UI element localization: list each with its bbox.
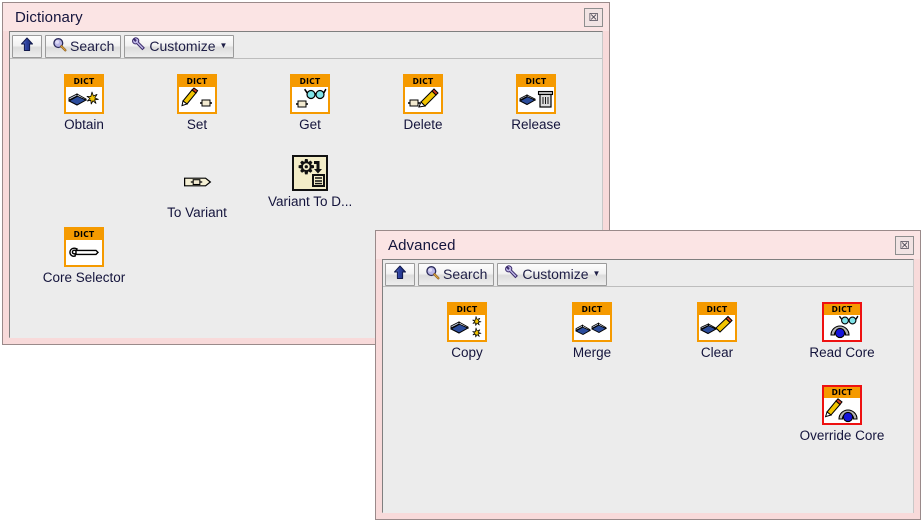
dict-clear-icon: DICT	[697, 302, 737, 342]
palette-item-label: Delete	[381, 118, 465, 132]
wrench-icon	[504, 265, 519, 283]
palette-item-copy[interactable]: DICT Copy	[425, 302, 509, 360]
palette-item-merge[interactable]: DICT Merge	[550, 302, 634, 360]
dict-override-core-icon: DICT	[822, 385, 862, 425]
palette-item-label: Variant To D...	[268, 195, 352, 209]
palette-item-label: Override Core	[787, 429, 897, 443]
icon-art	[405, 87, 441, 112]
palette-item-to-variant[interactable]: To Variant	[155, 162, 239, 220]
dict-read-core-icon: DICT	[822, 302, 862, 342]
chevron-down-icon: ▼	[593, 270, 601, 278]
dict-badge: DICT	[824, 304, 860, 315]
icon-art	[179, 87, 215, 112]
search-button[interactable]: Search	[45, 35, 121, 58]
palette-item-core-selector[interactable]: DICT Core Selector	[42, 227, 126, 285]
chevron-down-icon: ▼	[220, 42, 228, 50]
titlebar-advanced[interactable]: Advanced ☒	[376, 231, 920, 259]
dict-badge: DICT	[66, 76, 102, 87]
palette-item-label: Copy	[425, 346, 509, 360]
palette-window-advanced[interactable]: Advanced ☒	[375, 230, 921, 520]
customize-button-label: Customize	[522, 266, 588, 282]
dict-badge: DICT	[699, 304, 735, 315]
up-arrow-icon	[393, 265, 407, 283]
palette-item-label: Set	[155, 118, 239, 132]
palette-item-override-core[interactable]: DICT Override Core	[787, 385, 897, 443]
palette-item-label: Clear	[675, 346, 759, 360]
icon-art	[824, 315, 860, 340]
palette-item-clear[interactable]: DICT Clear	[675, 302, 759, 360]
up-one-level-button[interactable]	[385, 263, 415, 286]
dict-set-icon: DICT	[177, 74, 217, 114]
up-one-level-button[interactable]	[12, 35, 42, 58]
dict-badge: DICT	[449, 304, 485, 315]
customize-button[interactable]: Customize ▼	[497, 263, 607, 286]
dict-obtain-icon: DICT	[64, 74, 104, 114]
close-icon[interactable]: ☒	[895, 236, 914, 255]
search-button[interactable]: Search	[418, 263, 494, 286]
toolbar-advanced: Search Customize ▼	[383, 260, 913, 287]
icon-art	[449, 315, 485, 340]
dict-badge: DICT	[292, 76, 328, 87]
window-title: Advanced	[388, 237, 456, 254]
titlebar-dictionary[interactable]: Dictionary ☒	[3, 3, 609, 31]
icon-art	[699, 315, 735, 340]
palette-body-advanced: Search Customize ▼ DICT	[382, 259, 914, 513]
palette-item-delete[interactable]: DICT Delete	[381, 74, 465, 132]
dict-merge-icon: DICT	[572, 302, 612, 342]
icon-art	[824, 398, 860, 423]
palette-item-label: Read Core	[800, 346, 884, 360]
palette-item-variant-to-dictionary[interactable]: Variant To D...	[268, 155, 352, 209]
dict-badge: DICT	[574, 304, 610, 315]
icon-art	[574, 315, 610, 340]
toolbar-dictionary: Search Customize ▼	[10, 32, 602, 59]
dict-release-icon: DICT	[516, 74, 556, 114]
to-variant-icon	[177, 162, 217, 202]
dict-badge: DICT	[518, 76, 554, 87]
search-icon	[425, 265, 440, 283]
dict-copy-icon: DICT	[447, 302, 487, 342]
dict-badge: DICT	[405, 76, 441, 87]
dict-get-icon: DICT	[290, 74, 330, 114]
search-icon	[52, 37, 67, 55]
palette-item-label: Obtain	[42, 118, 126, 132]
dict-badge: DICT	[824, 387, 860, 398]
icon-art	[292, 87, 328, 112]
palette-item-label: Get	[268, 118, 352, 132]
palette-item-label: Release	[494, 118, 578, 132]
palette-item-read-core[interactable]: DICT Read Core	[800, 302, 884, 360]
close-icon[interactable]: ☒	[584, 8, 603, 27]
dict-delete-icon: DICT	[403, 74, 443, 114]
palette-item-label: To Variant	[155, 206, 239, 220]
palette-item-release[interactable]: DICT Release	[494, 74, 578, 132]
customize-button-label: Customize	[149, 38, 215, 54]
icon-art	[66, 240, 102, 265]
customize-button[interactable]: Customize ▼	[124, 35, 234, 58]
variant-to-dict-icon	[292, 155, 328, 191]
icon-art	[66, 87, 102, 112]
palette-item-label: Core Selector	[42, 271, 126, 285]
search-button-label: Search	[70, 38, 114, 54]
palette-item-label: Merge	[550, 346, 634, 360]
dict-badge: DICT	[179, 76, 215, 87]
icon-art	[518, 87, 554, 112]
palette-item-obtain[interactable]: DICT Obtain	[42, 74, 126, 132]
dict-badge: DICT	[66, 229, 102, 240]
palette-item-get[interactable]: DICT Get	[268, 74, 352, 132]
palette-item-set[interactable]: DICT Set	[155, 74, 239, 132]
up-arrow-icon	[20, 37, 34, 55]
dict-core-selector-icon: DICT	[64, 227, 104, 267]
wrench-icon	[131, 37, 146, 55]
palette-grid-advanced: DICT Copy DICT	[383, 287, 913, 513]
window-title: Dictionary	[15, 9, 83, 26]
search-button-label: Search	[443, 266, 487, 282]
